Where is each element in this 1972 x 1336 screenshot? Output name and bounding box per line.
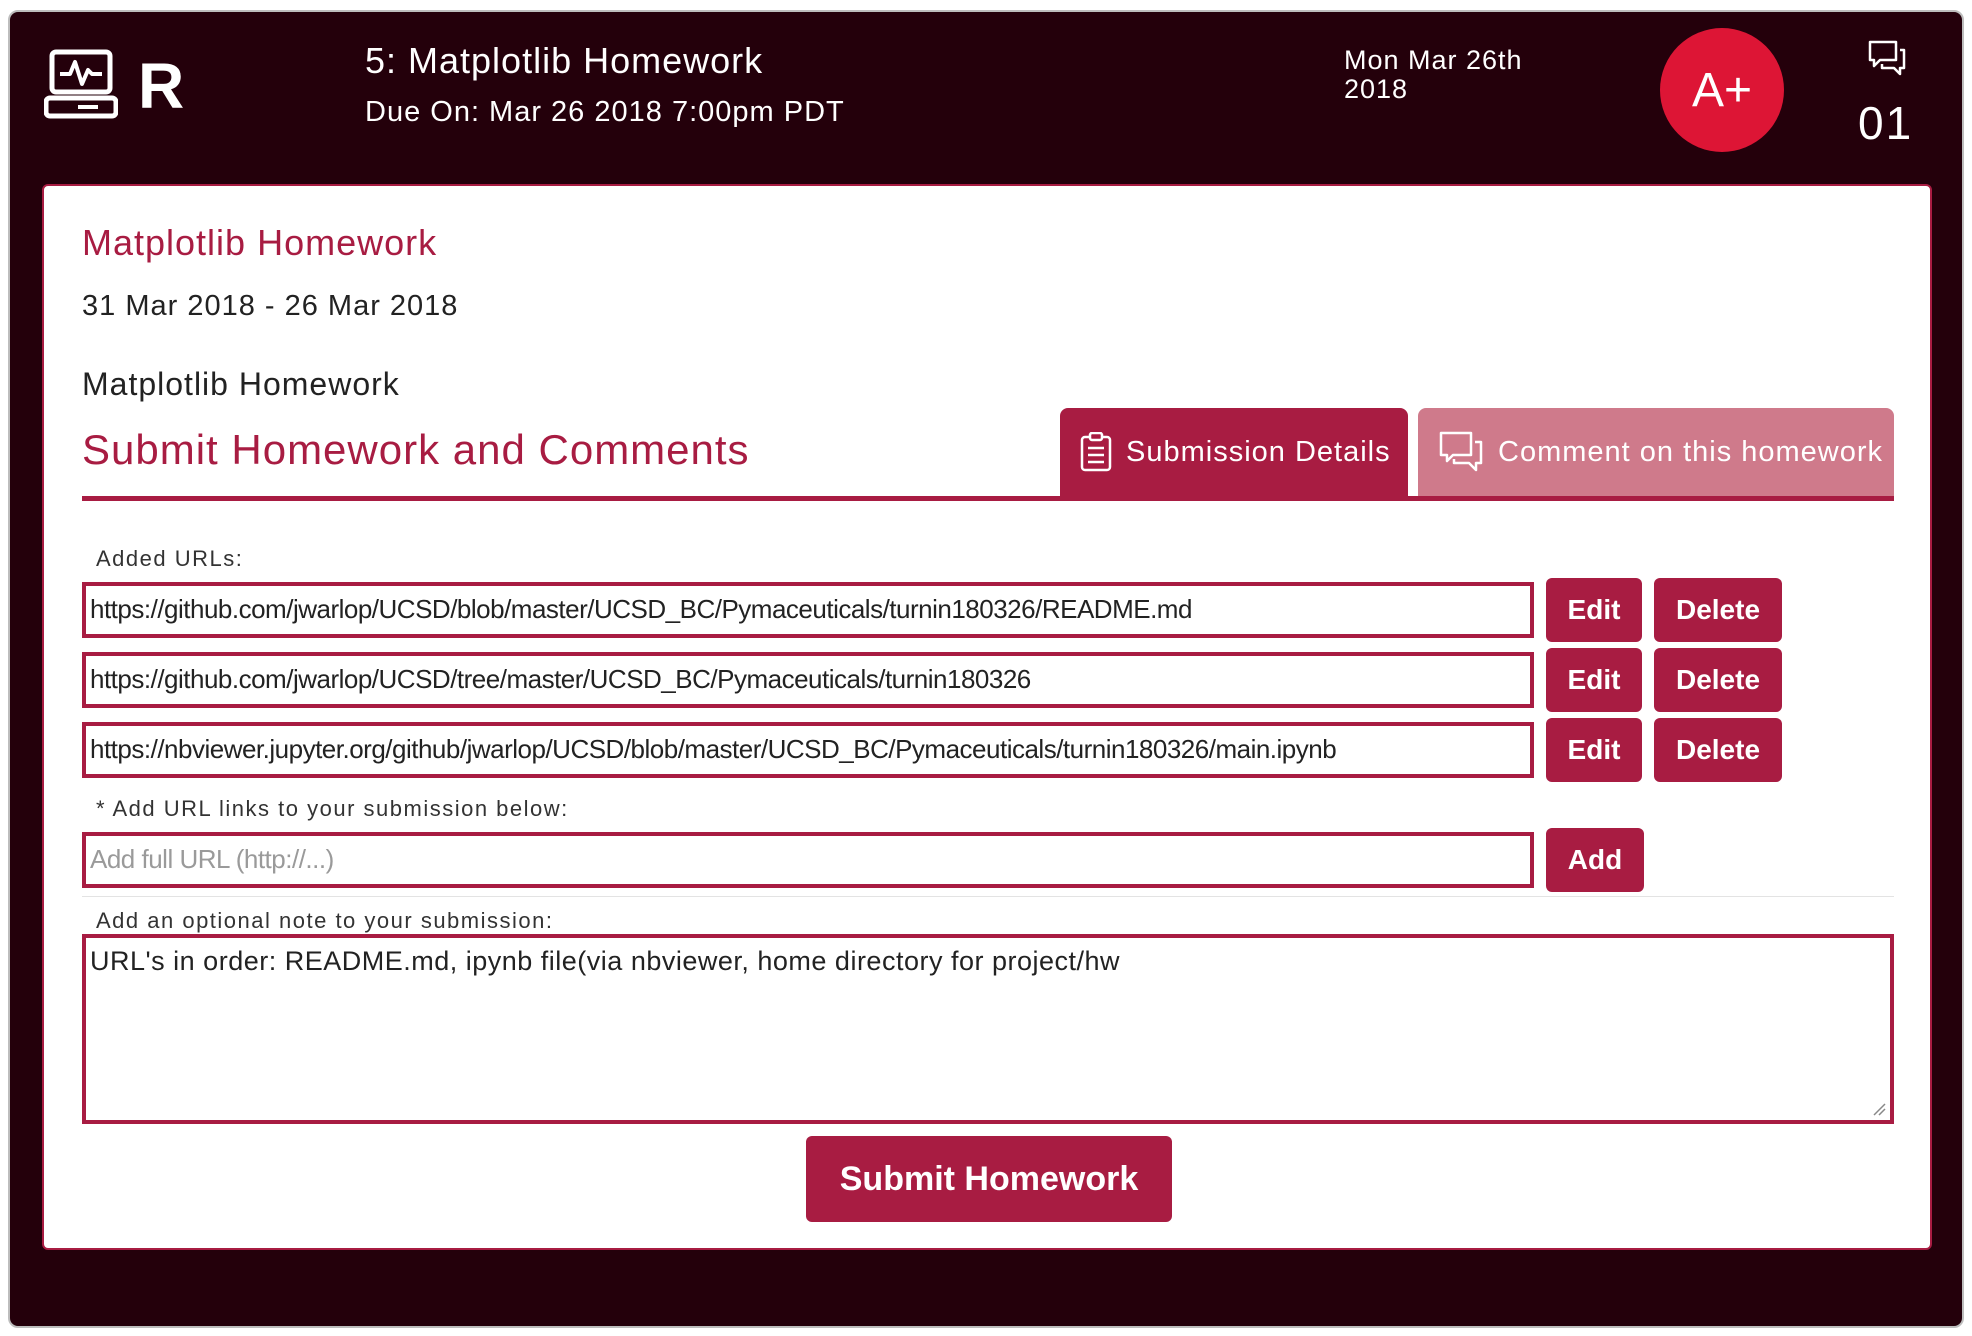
homework-title: Matplotlib Homework xyxy=(82,222,438,263)
resize-grip-icon[interactable] xyxy=(1872,1102,1886,1116)
computer-activity-icon xyxy=(44,49,118,119)
url-field[interactable]: https://github.com/jwarlop/UCSD/blob/mas… xyxy=(82,582,1534,638)
tab-comment[interactable]: Comment on this homework xyxy=(1418,408,1894,496)
edit-url-button[interactable]: Edit xyxy=(1546,718,1642,782)
submit-homework-button[interactable]: Submit Homework xyxy=(806,1136,1172,1222)
divider xyxy=(82,896,1894,897)
app-window: R 5: Matplotlib Homework Due On: Mar 26 … xyxy=(8,10,1964,1328)
delete-url-button[interactable]: Delete xyxy=(1654,578,1782,642)
message-count: 01 xyxy=(1858,97,1914,149)
add-url-input[interactable]: Add full URL (http://...) xyxy=(82,832,1534,888)
add-url-label: * Add URL links to your submission below… xyxy=(96,796,569,821)
section-heading: Submit Homework and Comments xyxy=(82,426,750,473)
add-url-button[interactable]: Add xyxy=(1546,828,1644,892)
edit-url-button[interactable]: Edit xyxy=(1546,578,1642,642)
tab-label: Comment on this homework xyxy=(1498,435,1884,468)
note-text: URL's in order: README.md, ipynb file(vi… xyxy=(90,946,1121,976)
tab-submission-details[interactable]: Submission Details xyxy=(1060,408,1408,496)
note-textarea[interactable]: URL's in order: README.md, ipynb file(vi… xyxy=(82,934,1894,1124)
chat-bubbles-icon[interactable] xyxy=(1866,38,1908,78)
current-date: Mon Mar 26th 2018 xyxy=(1344,45,1523,104)
delete-url-button[interactable]: Delete xyxy=(1654,648,1782,712)
tab-label: Submission Details xyxy=(1126,435,1391,468)
delete-url-button[interactable]: Delete xyxy=(1654,718,1782,782)
due-date: Due On: Mar 26 2018 7:00pm PDT xyxy=(365,96,845,128)
homework-subtitle: Matplotlib Homework xyxy=(82,366,400,402)
added-urls-label: Added URLs: xyxy=(96,546,244,571)
brand-letter: R xyxy=(138,50,185,122)
edit-url-button[interactable]: Edit xyxy=(1546,648,1642,712)
url-field[interactable]: https://github.com/jwarlop/UCSD/tree/mas… xyxy=(82,652,1534,708)
date-range: 31 Mar 2018 - 26 Mar 2018 xyxy=(82,290,459,322)
assignment-title: 5: Matplotlib Homework xyxy=(365,40,764,81)
homework-card: Matplotlib Homework 31 Mar 2018 - 26 Mar… xyxy=(42,184,1932,1250)
clipboard-list-icon xyxy=(1080,432,1112,472)
chat-bubbles-icon xyxy=(1439,431,1483,472)
note-label: Add an optional note to your submission: xyxy=(96,908,554,933)
url-field[interactable]: https://nbviewer.jupyter.org/github/jwar… xyxy=(82,722,1534,778)
tab-divider xyxy=(82,496,1894,501)
grade-badge: A+ xyxy=(1660,28,1784,152)
